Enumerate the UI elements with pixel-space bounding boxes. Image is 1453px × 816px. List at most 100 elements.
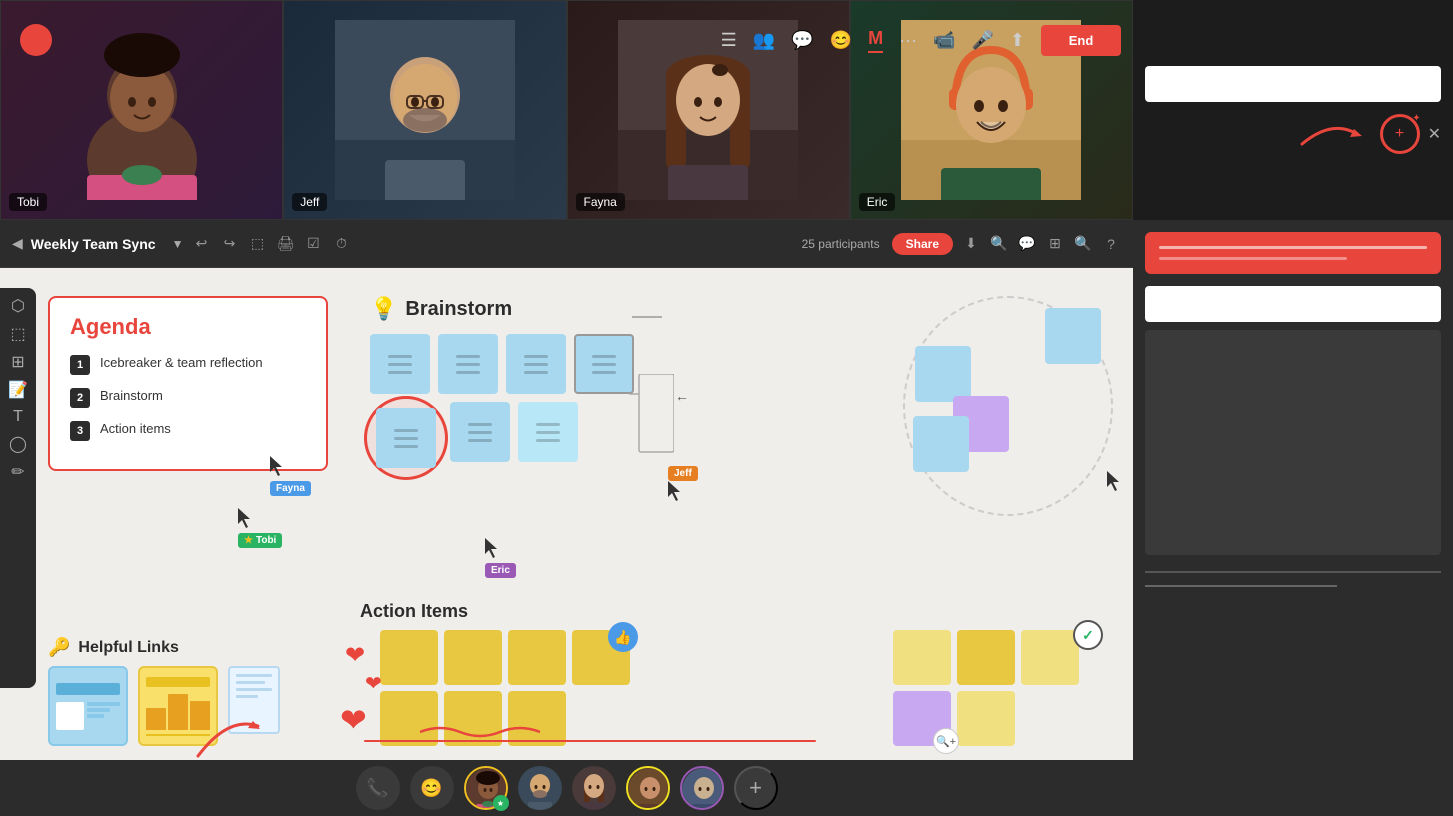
icon-miro[interactable]: M <box>868 28 883 53</box>
panel-divider-2 <box>1145 585 1337 587</box>
check-icon[interactable]: ☑ <box>303 234 323 254</box>
avatar-user5[interactable] <box>680 766 724 810</box>
sidebar-tool-text[interactable]: T <box>13 408 23 426</box>
nav-back-icon[interactable]: ◀ <box>12 235 23 252</box>
timer-icon[interactable]: ⏱ <box>331 234 351 254</box>
icon-more[interactable]: ··· <box>899 30 917 51</box>
thumbs-up-badge: 👍 <box>608 622 638 652</box>
left-sidebar: ⬡ ⬚ ⊞ 📝 T ◯ ✏ <box>0 288 36 688</box>
share-button[interactable]: Share <box>892 233 953 255</box>
agenda-item-1: 1 Icebreaker & team reflection <box>70 354 306 375</box>
add-participant-button[interactable]: + <box>734 766 778 810</box>
heart-2: ❤ <box>365 671 382 696</box>
sticky-b1[interactable] <box>370 334 430 394</box>
export-icon[interactable]: ⬇ <box>961 234 981 254</box>
cursor-label-jeff: Jeff <box>668 466 698 481</box>
undo-icon[interactable]: ↩ <box>191 234 211 254</box>
panel-search-input[interactable] <box>1145 66 1441 102</box>
helpful-links-title: Helpful Links <box>78 639 178 657</box>
agenda-text-2: Brainstorm <box>100 387 163 405</box>
heart-3: ❤ <box>340 701 367 739</box>
brainstorm-title: 💡 Brainstorm <box>370 296 634 322</box>
avatar-fayna[interactable] <box>572 766 616 810</box>
agenda-num-3: 3 <box>70 421 90 441</box>
helpful-links-icon: 🔑 <box>48 637 70 658</box>
zoom-icon[interactable]: 🔍 <box>1073 234 1093 254</box>
cursor-tobi: ★ Tobi <box>238 508 282 548</box>
right-sticky-3[interactable] <box>1021 630 1079 685</box>
right-cluster <box>903 296 1113 516</box>
agenda-num-2: 2 <box>70 388 90 408</box>
zoom-badge: 🔍+ <box>933 728 959 754</box>
sticky-b4[interactable] <box>574 334 634 394</box>
panel-content-area[interactable] <box>1145 330 1441 555</box>
sticky-circled[interactable] <box>370 402 442 474</box>
phone-button[interactable]: 📞 <box>356 766 400 810</box>
icon-mic[interactable]: 🎤 <box>971 30 993 51</box>
print-icon[interactable]: 🖨 <box>275 234 295 254</box>
sidebar-tool-pen[interactable]: ✏ <box>11 462 24 482</box>
action-sticky-4[interactable]: 👍 <box>572 630 630 685</box>
right-sticky-2[interactable] <box>957 630 1015 685</box>
comment-icon[interactable]: 💬 <box>1017 234 1037 254</box>
right-panel: + ✦ ✕ <box>1133 0 1453 816</box>
avatar-user4[interactable] <box>626 766 670 810</box>
link-card-1[interactable] <box>48 666 128 746</box>
label-jeff: Jeff <box>292 193 327 211</box>
sticky-b2[interactable] <box>438 334 498 394</box>
participant-count: 25 participants <box>802 237 880 251</box>
icon-share-screen[interactable]: ⬆ <box>1010 30 1025 51</box>
board-title: Weekly Team Sync <box>31 236 156 252</box>
search-canvas-icon[interactable]: 🔍 <box>989 234 1009 254</box>
emoji-button[interactable]: 😊 <box>410 766 454 810</box>
icon-chat[interactable]: 💬 <box>791 30 813 51</box>
action-items-title: Action Items <box>360 601 820 622</box>
cursor-label-tobi: ★ Tobi <box>238 533 282 548</box>
cursor-jeff-indicator <box>1107 471 1123 496</box>
top-bar: ☰ 👥 💬 😊 M ··· 📹 🎤 ⬆ End <box>0 0 1133 80</box>
sidebar-tool-sticky[interactable]: 📝 <box>8 380 28 400</box>
panel-add-icon[interactable]: + ✦ <box>1380 114 1420 154</box>
title-dropdown-icon[interactable]: ▼ <box>172 237 184 251</box>
bottom-toolbar: 📞 😊 ★ <box>0 760 1133 816</box>
action-items-section: Action Items ❤ ❤ ❤ 👍 <box>360 601 820 746</box>
grid-icon[interactable]: ⊞ <box>1045 234 1065 254</box>
redo-icon[interactable]: ↪ <box>219 234 239 254</box>
icon-reaction[interactable]: 😊 <box>830 30 852 51</box>
help-icon[interactable]: ? <box>1101 234 1121 254</box>
agenda-text-3: Action items <box>100 420 171 438</box>
sidebar-tool-shape[interactable]: ◯ <box>9 434 27 454</box>
cluster-sticky-2[interactable] <box>915 346 971 402</box>
action-sticky-3[interactable] <box>508 630 566 685</box>
action-sticky-2[interactable] <box>444 630 502 685</box>
icon-people[interactable]: 👥 <box>753 30 775 51</box>
sticky-b5[interactable] <box>450 402 510 462</box>
end-call-button[interactable]: End <box>1041 25 1121 56</box>
icon-camera[interactable]: 📹 <box>933 30 955 51</box>
sidebar-tool-grid[interactable]: ⊞ <box>11 352 24 372</box>
right-sticky-1[interactable] <box>893 630 951 685</box>
sidebar-tool-frame[interactable]: ⬚ <box>10 324 25 344</box>
sticky-b6[interactable] <box>518 402 578 462</box>
panel-search-box[interactable] <box>1145 286 1441 322</box>
panel-promo-banner <box>1145 232 1441 274</box>
helpful-links-section: 🔑 Helpful Links <box>48 637 280 746</box>
avatar-jeff[interactable] <box>518 766 562 810</box>
check-badge: ✓ <box>1073 620 1103 650</box>
sidebar-tool-arrow[interactable]: ⬡ <box>11 296 25 316</box>
canvas-area: Agenda 1 Icebreaker & team reflection 2 … <box>0 268 1133 816</box>
panel-close-button[interactable]: ✕ <box>1428 124 1441 144</box>
cluster-sticky-1[interactable] <box>1045 308 1101 364</box>
agenda-item-3: 3 Action items <box>70 420 306 441</box>
frame-icon[interactable]: ⬚ <box>247 234 267 254</box>
sticky-b3[interactable] <box>506 334 566 394</box>
cluster-sticky-4[interactable] <box>913 416 969 472</box>
avatar-tobi[interactable]: ★ <box>464 766 508 810</box>
cursor-eric: Eric <box>485 538 516 578</box>
icon-list[interactable]: ☰ <box>721 30 737 51</box>
cursor-jeff: Jeff <box>668 466 698 506</box>
right-sticky-purple[interactable]: 🔍+ <box>893 691 951 746</box>
right-sticky-4[interactable] <box>957 691 1015 746</box>
action-sticky-1[interactable] <box>380 630 438 685</box>
agenda-text-1: Icebreaker & team reflection <box>100 354 263 372</box>
